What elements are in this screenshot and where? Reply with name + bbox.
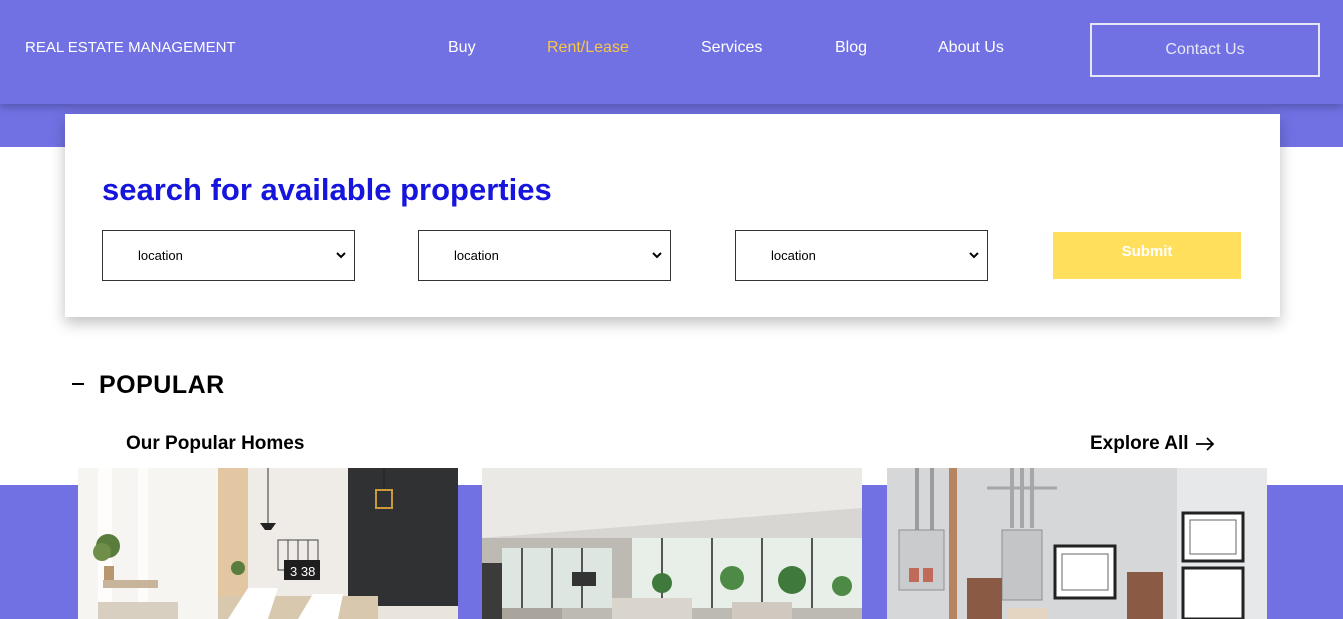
chevron-down-icon bbox=[969, 252, 979, 259]
contact-us-button[interactable]: Contact Us bbox=[1090, 23, 1320, 77]
home-image-2 bbox=[482, 468, 862, 619]
nav-link-blog[interactable]: Blog bbox=[835, 39, 867, 57]
home-card-3[interactable] bbox=[887, 468, 1267, 619]
nav-link-rent-lease[interactable]: Rent/Lease bbox=[547, 39, 629, 57]
top-navbar: REAL ESTATE MANAGEMENT Buy Rent/Lease Se… bbox=[0, 0, 1343, 104]
home-card-2[interactable] bbox=[482, 468, 862, 619]
nav-link-buy[interactable]: Buy bbox=[448, 39, 476, 57]
nav-link-services[interactable]: Services bbox=[701, 39, 762, 57]
location-select-3[interactable]: location bbox=[735, 230, 988, 281]
brand-logo-text[interactable]: REAL ESTATE MANAGEMENT bbox=[25, 39, 236, 56]
popular-section-title: POPULAR bbox=[99, 371, 225, 399]
submit-button[interactable]: Submit bbox=[1053, 232, 1241, 279]
location-select-1[interactable]: location bbox=[102, 230, 355, 281]
clock-digits: 3 38 bbox=[290, 564, 315, 579]
chevron-down-icon bbox=[336, 252, 346, 259]
home-image-3 bbox=[887, 468, 1267, 619]
select-value: location bbox=[454, 248, 499, 263]
explore-all-link[interactable]: Explore All bbox=[1090, 433, 1215, 455]
arrow-right-icon bbox=[1195, 437, 1214, 451]
home-card-1[interactable]: 3 38 bbox=[78, 468, 458, 619]
popular-homes-subtitle: Our Popular Homes bbox=[126, 433, 305, 454]
property-search-card: search for available properties location… bbox=[65, 114, 1280, 317]
home-image-1: 3 38 bbox=[78, 468, 458, 619]
location-select-2[interactable]: location bbox=[418, 230, 671, 281]
select-value: location bbox=[138, 248, 183, 263]
page: REAL ESTATE MANAGEMENT Buy Rent/Lease Se… bbox=[0, 0, 1343, 619]
select-value: location bbox=[771, 248, 816, 263]
nav-link-about-us[interactable]: About Us bbox=[938, 39, 1004, 57]
chevron-down-icon bbox=[652, 252, 662, 259]
dash-icon bbox=[72, 383, 84, 385]
explore-all-label: Explore All bbox=[1090, 433, 1189, 454]
search-title: search for available properties bbox=[102, 172, 552, 207]
